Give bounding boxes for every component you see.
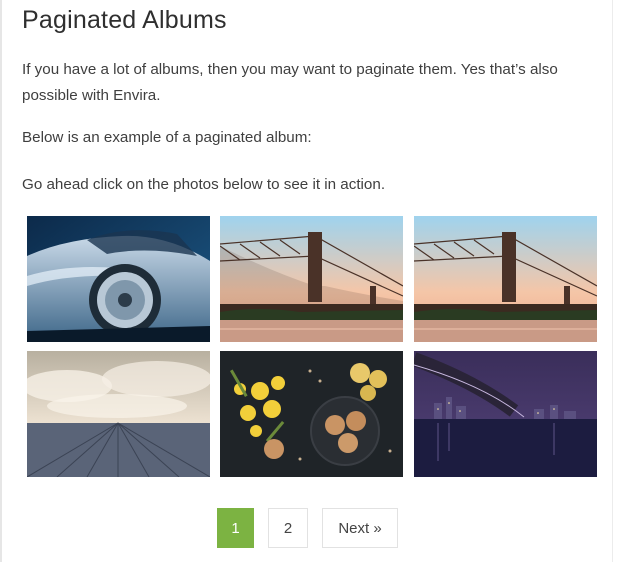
instruction-paragraph: Go ahead click on the photos below to se… [22,176,386,193]
album-thumbnail-flowers-cookies[interactable] [220,351,403,477]
flowers-cookies-image [220,351,403,477]
intro-paragraph: If you have a lot of albums, then you ma… [22,61,558,104]
example-paragraph: Below is an example of a paginated album… [22,129,312,146]
album-thumbnail-sports-car[interactable] [27,216,210,342]
page-title: Paginated Albums [22,6,227,34]
album-thumbnail-bridge-night[interactable] [414,351,597,477]
bridge-sunset-image [414,216,597,342]
sports-car-image [27,216,210,342]
cloudy-sky-deck-image [27,351,210,477]
bridge-night-image [414,351,597,477]
album-thumbnail-bridge-sunset-2[interactable] [414,216,597,342]
pagination-next-button[interactable]: Next » [322,508,398,548]
content-left-border [0,0,2,562]
bridge-sunset-image [220,216,403,342]
pagination-page-2[interactable]: 2 [268,508,308,548]
content-right-border [612,0,613,562]
pagination-page-1[interactable]: 1 [217,508,254,548]
album-thumbnail-bridge-sunset[interactable] [220,216,403,342]
album-thumbnail-cloudy-sky-deck[interactable] [27,351,210,477]
